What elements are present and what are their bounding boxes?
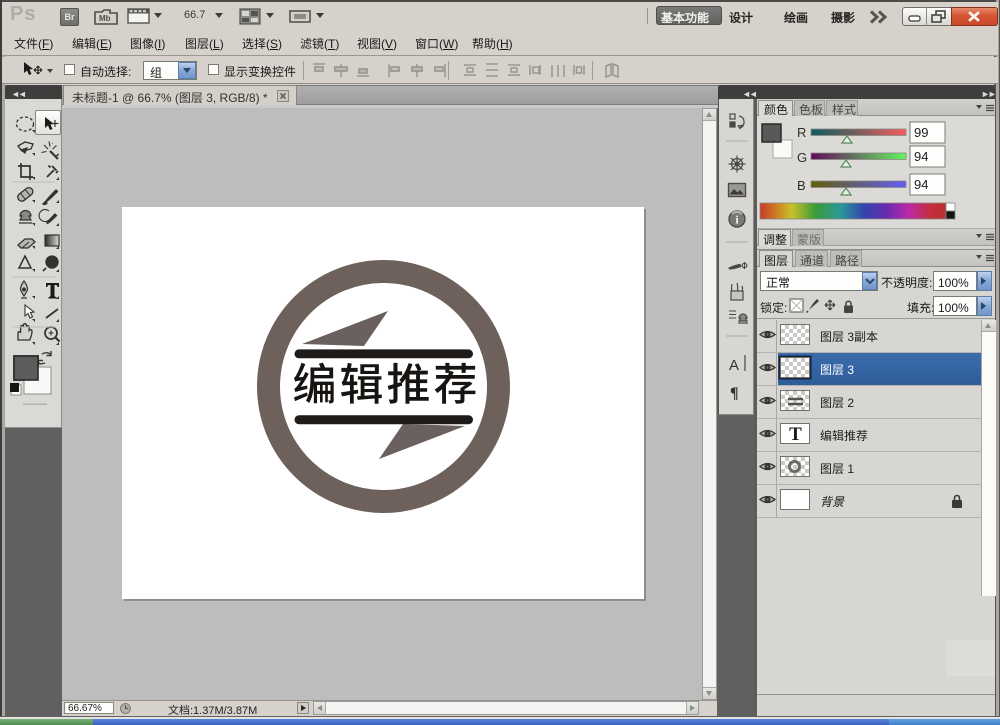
svg-text:编辑推荐: 编辑推荐 bbox=[293, 349, 481, 413]
svg-text:94: 94 bbox=[914, 177, 928, 192]
svg-text:G: G bbox=[797, 150, 807, 165]
svg-text:B: B bbox=[797, 178, 806, 193]
svg-text:94: 94 bbox=[914, 149, 928, 164]
svg-text:¶: ¶ bbox=[730, 385, 739, 402]
svg-text:99: 99 bbox=[914, 125, 928, 140]
svg-text:A: A bbox=[729, 357, 739, 374]
svg-text:Mb: Mb bbox=[99, 14, 111, 23]
svg-text:R: R bbox=[797, 125, 806, 140]
